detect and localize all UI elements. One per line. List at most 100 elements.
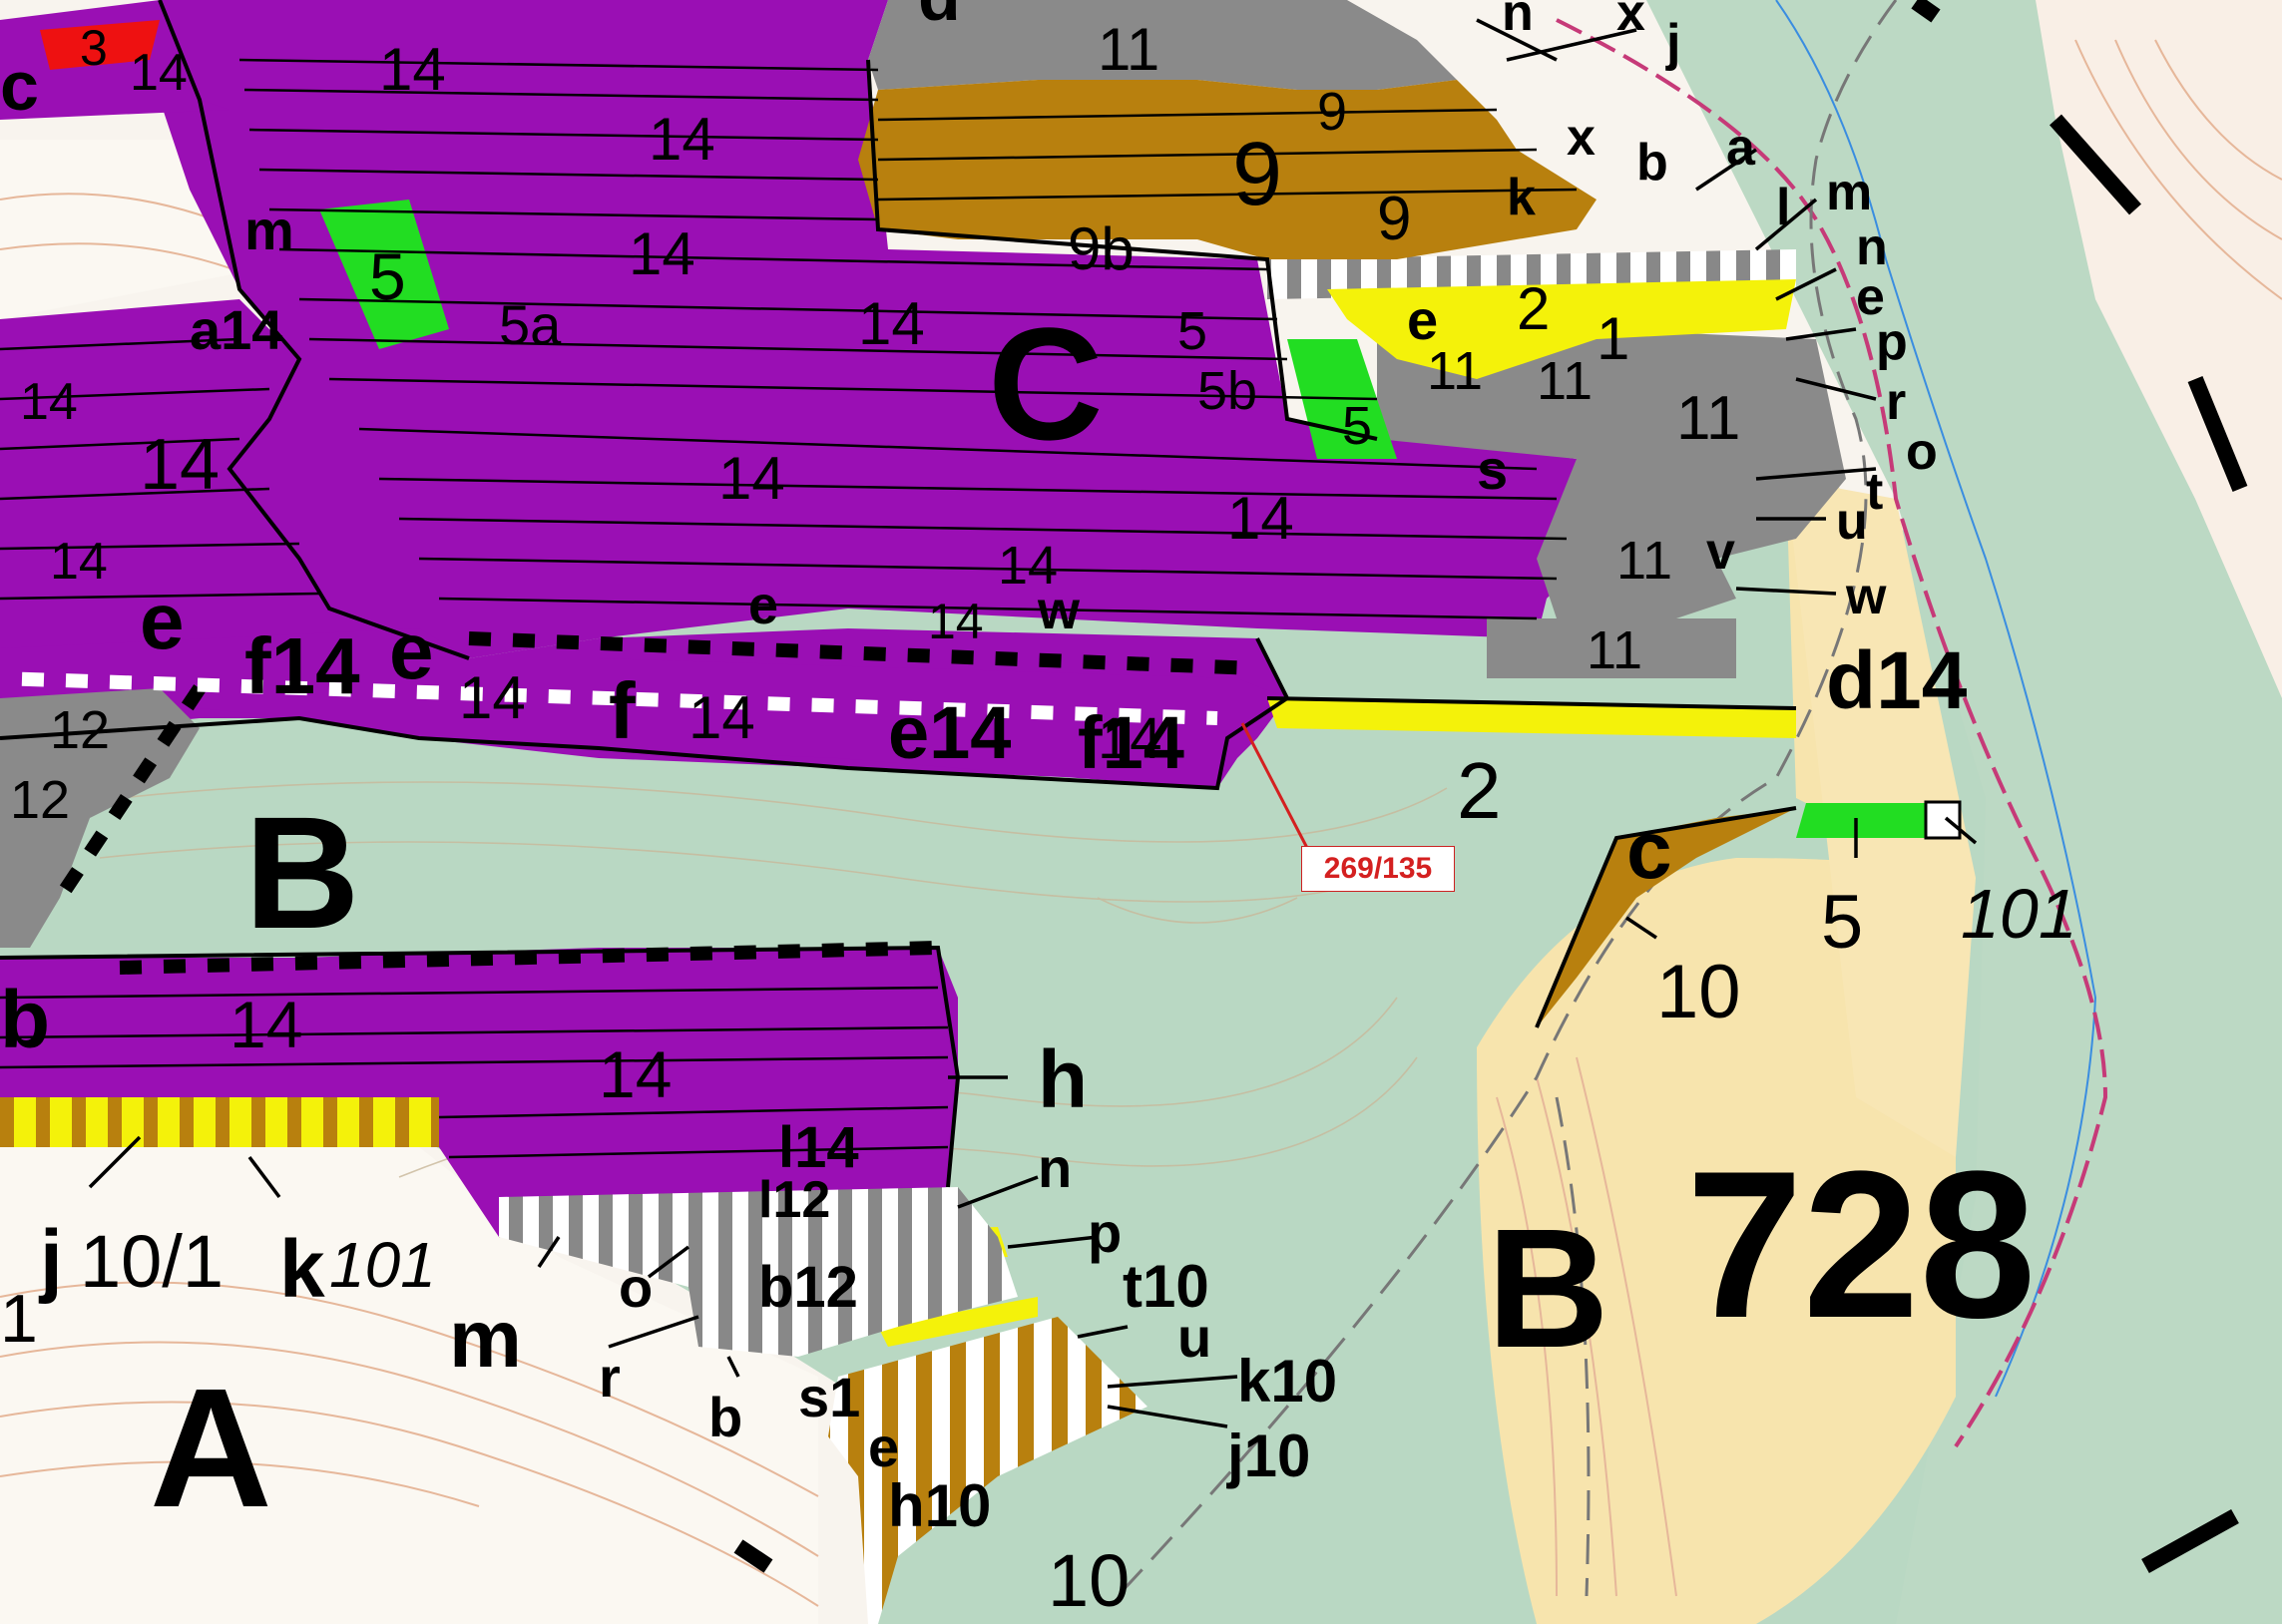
label-h10: h10 [888, 1472, 991, 1539]
label-a14: a14 [190, 298, 282, 361]
label-o-south: o [619, 1256, 653, 1319]
label-a-top: a [1726, 119, 1756, 177]
label-11-a: 11 [1098, 16, 1159, 83]
label-b-south: b [708, 1386, 742, 1448]
label-x-mid: x [1567, 109, 1596, 167]
label-10-south: 10 [1048, 1539, 1130, 1622]
label-e14-bottom: e14 [888, 691, 1011, 774]
parcel-callout[interactable]: 269/135 [1301, 846, 1455, 892]
label-o-right: o [1906, 423, 1938, 481]
label-k10: k10 [1237, 1348, 1337, 1415]
label-b-top: b [1636, 134, 1668, 192]
label-u-right: u [1836, 493, 1868, 551]
label-r-south: r [599, 1346, 621, 1409]
label-14-p: 14 [688, 684, 755, 751]
label-14-b: 14 [649, 106, 715, 173]
label-p-right: p [1876, 313, 1908, 371]
label-l-top: l [1776, 179, 1790, 236]
label-m-top: m [244, 199, 294, 261]
label-9-c: 9 [1377, 185, 1411, 253]
label-j10: j10 [1226, 1422, 1310, 1489]
label-14-c: 14 [629, 220, 695, 287]
label-b12: b12 [758, 1255, 858, 1320]
cadastral-map: A B B C 728 14 14 14 14 14 14 14 14 14 1… [0, 0, 2282, 1624]
label-c-top: c [0, 47, 39, 125]
label-e-w: e [748, 576, 778, 635]
parcel-101-white[interactable] [1924, 800, 1962, 840]
label-5-mid: 5 [1177, 301, 1207, 361]
zone-label-B-left: B [244, 783, 360, 962]
zone-label-B-right: B [1487, 1194, 1609, 1384]
label-2-bottom: 2 [1457, 746, 1502, 835]
label-11-f: 11 [1587, 620, 1642, 680]
label-14-e: 14 [140, 425, 220, 505]
label-e-mid: e [389, 607, 434, 695]
label-14-d: 14 [858, 290, 925, 357]
label-e-yellow: e [1407, 288, 1438, 351]
label-12-a: 12 [50, 700, 110, 760]
label-9b: 9b [1068, 215, 1135, 282]
label-v-right: v [1706, 523, 1735, 581]
label-l12: l12 [758, 1171, 830, 1229]
label-3: 3 [80, 20, 108, 76]
label-101-left: 101 [329, 1229, 436, 1301]
label-p-south: p [1088, 1201, 1122, 1264]
label-k-top: k [1507, 169, 1536, 226]
label-14-j: 14 [50, 533, 108, 591]
label-r-right: r [1886, 373, 1906, 431]
label-w-right: w [1845, 568, 1887, 625]
label-w-mid: w [1037, 581, 1081, 640]
label-11-d: 11 [1676, 384, 1740, 453]
label-m-left: m [449, 1294, 522, 1385]
label-5-lower: 5 [1342, 396, 1372, 456]
label-14-g: 14 [1227, 485, 1294, 552]
label-5-green-left: 5 [369, 239, 406, 313]
label-b-left: b [0, 975, 50, 1065]
parcel-number: 728 [1686, 1127, 2036, 1362]
label-d-top: d [918, 0, 961, 35]
label-101-right: 101 [1961, 875, 2077, 953]
label-j-top: j [1665, 14, 1680, 72]
label-14-h: 14 [599, 1037, 672, 1111]
label-t-right: t [1866, 463, 1883, 521]
label-10-1: 10/1 [80, 1220, 224, 1303]
label-1-top: 1 [1597, 305, 1629, 372]
label-14-a: 14 [379, 36, 446, 103]
label-e-south: e [868, 1416, 899, 1478]
label-5a: 5a [499, 293, 562, 356]
label-s1: s1 [798, 1366, 860, 1428]
parcel-yellow-hatched-left[interactable] [0, 1092, 439, 1147]
label-j-left: j [38, 1214, 63, 1305]
label-14-l: 14 [130, 44, 188, 102]
label-14-n: 14 [928, 594, 984, 649]
label-12-b: 12 [10, 770, 70, 830]
label-f14-bottom: f14 [1078, 701, 1184, 784]
zone-label-C: C [988, 294, 1104, 473]
label-9-a: 9 [1317, 82, 1347, 142]
label-2-top: 2 [1517, 275, 1550, 342]
label-14-o: 14 [459, 664, 526, 731]
label-u-south: u [1177, 1306, 1211, 1369]
label-x-top: x [1616, 0, 1645, 42]
label-14-i: 14 [229, 988, 302, 1061]
label-9-b: 9 [1232, 125, 1282, 224]
label-5-right: 5 [1821, 880, 1863, 965]
parcel-5-green-right[interactable] [1796, 803, 1926, 838]
label-n-top: n [1502, 0, 1534, 42]
label-f14-a: f14 [244, 621, 360, 710]
zone-label-A: A [150, 1354, 272, 1543]
label-14-f: 14 [718, 445, 785, 512]
label-1-edge: 1 [0, 1281, 38, 1357]
label-11-c: 11 [1537, 351, 1593, 411]
label-e-left: e [140, 577, 185, 665]
label-k-left: k [279, 1224, 325, 1315]
label-10-brown: 10 [1656, 950, 1741, 1034]
label-h-right: h [1038, 1034, 1088, 1125]
label-11-e: 11 [1616, 531, 1672, 591]
label-d14: d14 [1826, 635, 1968, 726]
label-s-mid: s [1477, 438, 1508, 501]
label-m-right: m [1826, 164, 1872, 221]
label-c-right: c [1626, 805, 1672, 896]
label-5b: 5b [1197, 361, 1257, 421]
label-14-k: 14 [20, 373, 78, 431]
